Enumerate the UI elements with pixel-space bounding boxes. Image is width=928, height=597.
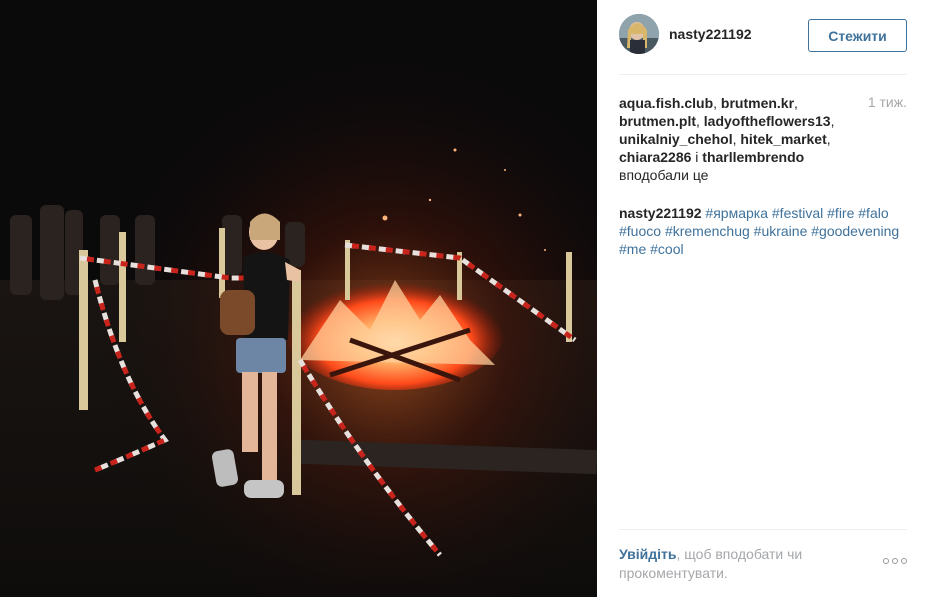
post-sidebar: nasty221192 Стежити 1 тиж. aqua.fish.clu… — [597, 0, 928, 597]
hashtag-link[interactable]: #ukraine — [754, 223, 808, 239]
post-caption: nasty221192 #ярмарка #festival #fire #fa… — [619, 204, 907, 258]
like-user-link[interactable]: aqua.fish.club — [619, 95, 713, 111]
hashtag-link[interactable]: #kremenchug — [665, 223, 750, 239]
hashtag-link[interactable]: #me — [619, 241, 646, 257]
hashtag-link[interactable]: #festival — [772, 205, 823, 221]
avatar[interactable] — [619, 14, 659, 54]
hashtag-link[interactable]: #cool — [650, 241, 683, 257]
header-username-link[interactable]: nasty221192 — [669, 26, 752, 42]
likes-separator: , — [794, 95, 798, 111]
caption-author-link[interactable]: nasty221192 — [619, 205, 702, 221]
like-user-link[interactable]: tharllembrendo — [702, 149, 804, 165]
hashtag-link[interactable]: #ярмарка — [705, 205, 768, 221]
post-photo[interactable] — [0, 0, 597, 597]
like-user-link[interactable]: brutmen.plt — [619, 113, 696, 129]
more-options-icon[interactable] — [883, 556, 907, 566]
likes-section: aqua.fish.club, brutmen.kr, brutmen.plt,… — [619, 94, 859, 184]
hashtag-link[interactable]: #goodevening — [811, 223, 899, 239]
likes-separator: , — [696, 113, 704, 129]
like-user-link[interactable]: brutmen.kr — [721, 95, 794, 111]
more-dot — [892, 558, 898, 564]
bonfire-photo-image — [0, 0, 597, 597]
like-user-link[interactable]: ladyoftheflowers13 — [704, 113, 831, 129]
more-dot — [901, 558, 907, 564]
like-user-link[interactable]: chiara2286 — [619, 149, 691, 165]
header-divider — [619, 74, 907, 75]
login-link[interactable]: Увійдіть — [619, 546, 677, 562]
post-header: nasty221192 Стежити — [619, 14, 907, 56]
avatar-image — [619, 14, 659, 54]
footer-divider — [619, 529, 907, 530]
like-user-link[interactable]: hitek_market — [740, 131, 826, 147]
likes-suffix: вподобали це — [619, 167, 709, 183]
login-prompt: Увійдіть, щоб вподобати чи прокоментуват… — [619, 545, 859, 583]
post-time[interactable]: 1 тиж. — [868, 94, 907, 110]
follow-button[interactable]: Стежити — [808, 19, 907, 52]
hashtag-link[interactable]: #fuoco — [619, 223, 661, 239]
hashtag-link[interactable]: #fire — [827, 205, 854, 221]
likes-separator: , — [713, 95, 721, 111]
likes-separator: , — [830, 113, 835, 129]
like-user-link[interactable]: unikalniy_chehol — [619, 131, 733, 147]
likes-separator: , — [826, 131, 831, 147]
likes-and: і — [691, 149, 703, 165]
more-dot — [883, 558, 889, 564]
hashtag-link[interactable]: #falo — [858, 205, 888, 221]
